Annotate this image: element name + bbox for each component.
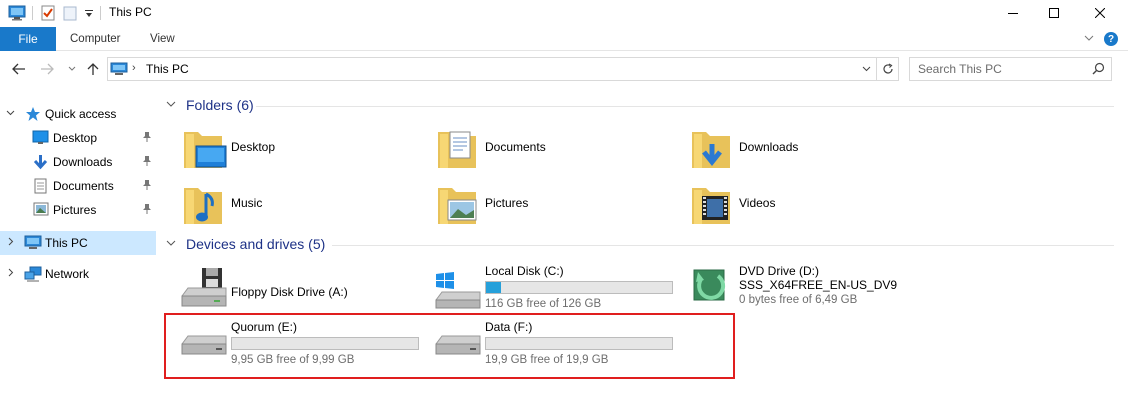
collapse-chevron-icon[interactable] — [166, 99, 178, 112]
new-folder-icon[interactable] — [62, 5, 78, 24]
collapse-chevron-icon[interactable] — [6, 108, 15, 119]
nav-item-this-pc[interactable]: This PC — [0, 231, 156, 255]
expand-chevron-icon[interactable] — [6, 268, 15, 279]
customize-toolbar-chevron-icon[interactable] — [84, 8, 94, 22]
nav-item-network[interactable]: Network — [0, 263, 156, 285]
folder-item-downloads[interactable]: Downloads — [690, 122, 930, 174]
drive-name: DVD Drive (D:) — [739, 264, 819, 278]
forward-button[interactable] — [38, 60, 56, 78]
downloads-folder-icon — [690, 126, 736, 173]
nav-item-label: Desktop — [53, 131, 98, 145]
folder-label: Documents — [485, 140, 546, 154]
computer-icon — [110, 62, 128, 79]
up-button[interactable] — [84, 60, 102, 78]
navigation-pane: Quick access Desktop Downloads Documents — [0, 98, 158, 393]
group-header-label: Devices and drives (5) — [186, 236, 326, 252]
folder-item-music[interactable]: Music — [182, 178, 422, 230]
picture-icon — [33, 202, 49, 219]
documents-folder-icon — [436, 126, 482, 173]
back-button[interactable] — [10, 60, 28, 78]
search-icon[interactable] — [1092, 62, 1105, 78]
nav-item-label: Documents — [53, 179, 114, 193]
collapse-chevron-icon[interactable] — [166, 238, 178, 251]
pin-icon — [142, 203, 152, 218]
drive-volume-label: SSS_X64FREE_EN-US_DV9 — [739, 278, 898, 292]
group-header-label: Folders (6) — [186, 97, 254, 113]
nav-item-label: This PC — [45, 236, 88, 250]
group-header-folders[interactable]: Folders (6) — [166, 97, 254, 113]
nav-item-label: Downloads — [53, 155, 113, 169]
close-button[interactable] — [1077, 0, 1123, 26]
computer-icon[interactable] — [8, 5, 26, 24]
properties-icon[interactable] — [40, 5, 56, 24]
search-input[interactable] — [910, 58, 1090, 80]
videos-folder-icon — [690, 182, 736, 229]
address-bar[interactable]: › This PC — [107, 57, 877, 81]
drive-name: Local Disk (C:) — [485, 264, 564, 278]
folder-item-desktop[interactable]: Desktop — [182, 122, 422, 174]
pin-icon — [142, 179, 152, 194]
folder-item-pictures[interactable]: Pictures — [436, 178, 676, 230]
expand-chevron-icon[interactable] — [6, 237, 15, 248]
breadcrumb-this-pc[interactable]: This PC — [146, 62, 189, 76]
folder-item-documents[interactable]: Documents — [436, 122, 676, 174]
highlight-box — [164, 313, 735, 379]
breadcrumb-separator-icon[interactable]: › — [132, 62, 136, 74]
windows-drive-icon — [434, 270, 484, 313]
drive-item-local-c[interactable]: Local Disk (C:) 116 GB free of 126 GB — [434, 262, 704, 314]
nav-item-quick-access[interactable]: Quick access — [0, 103, 156, 125]
help-button[interactable]: ? — [1104, 32, 1118, 46]
nav-item-label: Network — [45, 267, 90, 281]
document-icon — [34, 178, 47, 197]
address-row: › This PC — [0, 52, 1128, 86]
music-folder-icon — [182, 182, 228, 229]
floppy-drive-icon — [180, 266, 230, 313]
title-bar: This PC — [0, 0, 1128, 26]
drive-item-floppy-a[interactable]: Floppy Disk Drive (A:) — [180, 264, 420, 316]
window-title: This PC — [109, 5, 152, 19]
minimize-button[interactable] — [990, 0, 1036, 26]
group-header-devices[interactable]: Devices and drives (5) — [166, 236, 325, 252]
refresh-button[interactable] — [877, 57, 899, 81]
star-icon — [25, 106, 41, 125]
search-box[interactable] — [909, 57, 1112, 81]
drive-item-dvd-d[interactable]: DVD Drive (D:) SSS_X64FREE_EN-US_DV9 0 b… — [688, 262, 948, 314]
nav-item-label: Quick access — [45, 107, 117, 121]
tab-computer[interactable]: Computer — [70, 27, 121, 51]
download-icon — [33, 154, 48, 173]
expand-ribbon-icon[interactable] — [1084, 32, 1094, 46]
tab-view[interactable]: View — [150, 27, 175, 51]
maximize-button[interactable] — [1031, 0, 1077, 26]
ribbon-tabs: File Computer View ? — [0, 27, 1128, 51]
folder-label: Downloads — [739, 140, 799, 154]
drive-free-space: 116 GB free of 126 GB — [485, 298, 602, 310]
nav-item-label: Pictures — [53, 203, 97, 217]
recent-locations-chevron-icon[interactable] — [63, 60, 81, 78]
nav-item-pictures[interactable]: Pictures — [0, 199, 156, 221]
pin-icon — [142, 131, 152, 146]
folder-item-videos[interactable]: Videos — [690, 178, 930, 230]
folder-label: Music — [231, 196, 263, 210]
nav-item-desktop[interactable]: Desktop — [0, 127, 156, 149]
drive-free-space: 0 bytes free of 6,49 GB — [739, 294, 858, 306]
computer-icon — [24, 235, 42, 253]
pictures-folder-icon — [436, 182, 482, 229]
dvd-drive-icon — [688, 266, 734, 309]
folder-label: Videos — [739, 196, 776, 210]
folder-label: Pictures — [485, 196, 529, 210]
nav-item-downloads[interactable]: Downloads — [0, 151, 156, 173]
network-icon — [24, 266, 42, 285]
nav-item-documents[interactable]: Documents — [0, 175, 156, 197]
tab-file[interactable]: File — [0, 27, 56, 51]
drive-usage-fill — [486, 282, 501, 293]
address-dropdown-icon[interactable] — [856, 58, 876, 80]
desktop-icon — [32, 130, 49, 148]
desktop-folder-icon — [182, 126, 228, 173]
drive-usage-bar — [485, 281, 673, 294]
folder-label: Desktop — [231, 140, 276, 154]
drive-name: Floppy Disk Drive (A:) — [231, 285, 348, 299]
pin-icon — [142, 155, 152, 170]
